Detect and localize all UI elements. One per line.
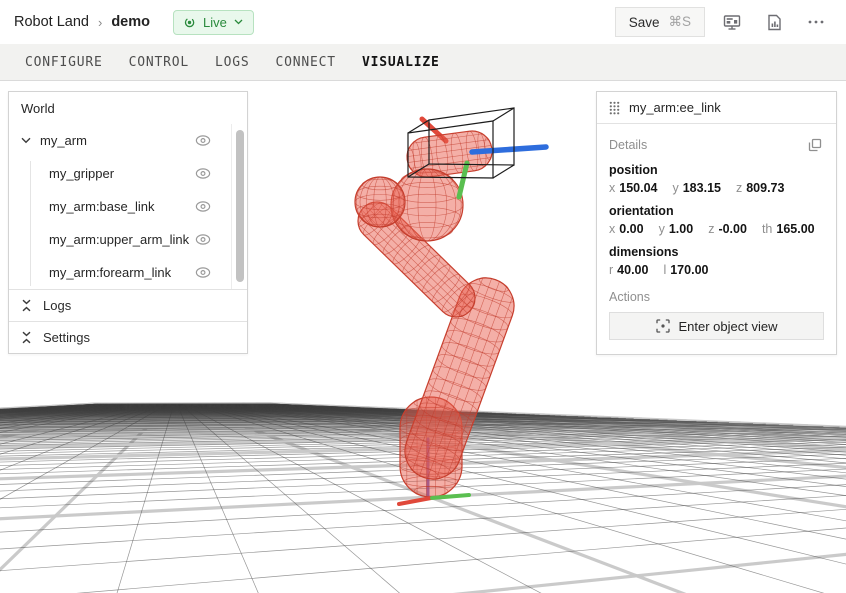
details-panel: my_arm:ee_link Details position x150.04 … <box>596 91 837 355</box>
data-report-button[interactable] <box>759 8 790 37</box>
world-panel: World my_arm my_gripper <box>8 91 248 354</box>
tree-item-label: my_arm <box>40 133 87 148</box>
field-y: y183.15 <box>672 180 720 195</box>
copy-icon <box>808 138 822 152</box>
logs-section-label: Logs <box>43 298 71 313</box>
world-panel-title: World <box>21 101 55 116</box>
tab-logs[interactable]: LOGS <box>202 44 263 80</box>
ellipsis-icon <box>808 20 824 24</box>
details-panel-body: Details position x150.04 y183.15 z809.73 <box>597 124 836 354</box>
visualize-main: World my_arm my_gripper <box>0 81 846 593</box>
details-section-label: Details <box>609 138 647 152</box>
eye-icon <box>195 135 211 146</box>
scrollbar-thumb[interactable] <box>236 130 244 282</box>
field-y: y1.00 <box>659 221 694 236</box>
field-th: th165.00 <box>762 221 815 236</box>
enter-object-view-button[interactable]: Enter object view <box>609 312 824 340</box>
visibility-toggle[interactable] <box>193 232 213 247</box>
header-actions: Save ⌘S <box>615 7 832 37</box>
field-l: l170.00 <box>663 262 708 277</box>
group-name: dimensions <box>609 245 824 259</box>
tab-control[interactable]: CONTROL <box>116 44 202 80</box>
focus-icon <box>656 319 670 333</box>
visibility-toggle[interactable] <box>193 265 213 280</box>
field-z: z-0.00 <box>708 221 747 236</box>
tree-item-base-link[interactable]: my_arm:base_link <box>9 190 247 223</box>
settings-section-toggle[interactable]: Settings <box>9 321 247 353</box>
field-r: r40.00 <box>609 262 648 277</box>
selected-object-title: my_arm:ee_link <box>629 100 721 115</box>
field-z: z809.73 <box>736 180 784 195</box>
breadcrumb-root[interactable]: Robot Land <box>14 14 89 30</box>
field-x: x0.00 <box>609 221 644 236</box>
tree-item-my-arm[interactable]: my_arm <box>9 124 247 157</box>
field-x: x150.04 <box>609 180 657 195</box>
scrollbar-track <box>231 124 232 289</box>
overflow-menu-button[interactable] <box>800 14 832 30</box>
save-label: Save <box>629 15 660 30</box>
drag-handle-icon[interactable] <box>609 101 620 115</box>
collapse-icon <box>21 299 32 312</box>
live-label: Live <box>203 15 227 30</box>
orientation-group: orientation x0.00 y1.00 z-0.00 th165.00 <box>609 204 824 236</box>
control-tab-screen-button[interactable] <box>715 8 749 37</box>
save-shortcut: ⌘S <box>668 14 691 30</box>
eye-icon <box>195 201 211 212</box>
tree-item-forearm-link[interactable]: my_arm:forearm_link <box>9 256 247 289</box>
live-icon <box>183 16 196 29</box>
copy-button[interactable] <box>806 136 824 154</box>
tree-item-label: my_arm:forearm_link <box>49 265 171 280</box>
eye-icon <box>195 267 211 278</box>
tree-item-label: my_gripper <box>49 166 114 181</box>
enter-object-view-label: Enter object view <box>679 319 778 334</box>
group-name: orientation <box>609 204 824 218</box>
tree-item-upper-arm-link[interactable]: my_arm:upper_arm_link <box>9 223 247 256</box>
file-chart-icon <box>767 14 782 31</box>
top-header: Robot Land › demo Live Save ⌘S <box>0 0 846 44</box>
tab-bar: CONFIGURE CONTROL LOGS CONNECT VISUALIZE <box>0 44 846 81</box>
visibility-toggle[interactable] <box>193 199 213 214</box>
settings-section-label: Settings <box>43 330 90 345</box>
world-panel-header: World <box>9 92 247 124</box>
actions-label: Actions <box>609 290 824 304</box>
breadcrumb: Robot Land › demo Live <box>14 10 254 35</box>
details-panel-header: my_arm:ee_link <box>597 92 836 124</box>
visibility-toggle[interactable] <box>193 166 213 181</box>
group-name: position <box>609 163 824 177</box>
dimensions-group: dimensions r40.00 l170.00 <box>609 245 824 277</box>
tree-item-label: my_arm:base_link <box>49 199 155 214</box>
tab-visualize[interactable]: VISUALIZE <box>349 44 453 80</box>
tree-guide-line <box>30 161 31 286</box>
chevron-down-icon <box>234 19 243 25</box>
collapse-icon <box>21 331 32 344</box>
visibility-toggle[interactable] <box>193 133 213 148</box>
breadcrumb-current: demo <box>111 14 150 30</box>
eye-icon <box>195 168 211 179</box>
tab-configure[interactable]: CONFIGURE <box>12 44 116 80</box>
tab-connect[interactable]: CONNECT <box>263 44 349 80</box>
world-tree: my_arm my_gripper my_arm <box>9 124 247 289</box>
tree-item-my-gripper[interactable]: my_gripper <box>9 157 247 190</box>
live-status-badge[interactable]: Live <box>173 10 254 35</box>
position-group: position x150.04 y183.15 z809.73 <box>609 163 824 195</box>
eye-icon <box>195 234 211 245</box>
chevron-down-icon[interactable] <box>21 137 33 144</box>
tree-item-label: my_arm:upper_arm_link <box>49 232 189 247</box>
breadcrumb-separator: › <box>98 15 102 30</box>
save-button[interactable]: Save ⌘S <box>615 7 705 37</box>
logs-section-toggle[interactable]: Logs <box>9 289 247 321</box>
monitor-icon <box>723 14 741 31</box>
